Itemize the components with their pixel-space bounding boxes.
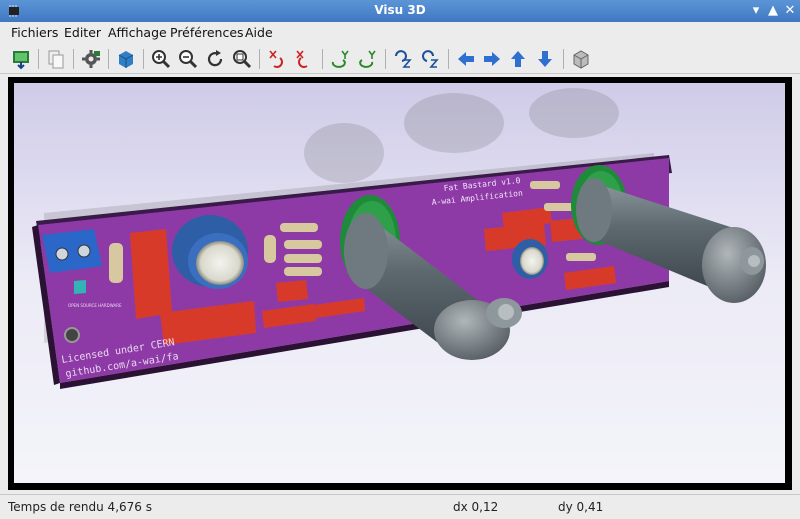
window-title: Visu 3D: [374, 3, 426, 17]
refresh-icon[interactable]: [204, 48, 226, 70]
arrow-down-icon[interactable]: [534, 48, 556, 70]
menu-aide[interactable]: Aide: [245, 25, 273, 40]
render-time: Temps de rendu 4,676 s: [8, 500, 152, 514]
minimize-icon[interactable]: ▾: [748, 3, 764, 19]
menu-affichage[interactable]: Affichage: [108, 25, 167, 40]
ortho-cube-icon[interactable]: [570, 48, 592, 70]
menu-editer[interactable]: Editer: [64, 25, 101, 40]
gear-icon[interactable]: [80, 48, 102, 70]
close-icon[interactable]: ✕: [782, 3, 798, 19]
svg-text:OPEN SOURCE HARDWARE: OPEN SOURCE HARDWARE: [68, 303, 122, 308]
menu-preferences[interactable]: Préférences: [170, 25, 244, 40]
export-image-icon[interactable]: [10, 48, 32, 70]
menu-fichiers[interactable]: Fichiers: [11, 25, 58, 40]
zoom-out-icon[interactable]: [177, 48, 199, 70]
arrow-up-icon[interactable]: [507, 48, 529, 70]
rotate-x-ccw-icon[interactable]: [293, 48, 315, 70]
zoom-in-icon[interactable]: [150, 48, 172, 70]
resistor-left: [109, 243, 123, 283]
dy-value: dy 0,41: [558, 500, 604, 514]
3d-box-icon[interactable]: [115, 48, 137, 70]
copy-icon[interactable]: [45, 48, 67, 70]
title-bar: Visu 3D ▾ ▲ ✕: [0, 0, 800, 22]
rotate-x-cw-icon[interactable]: [266, 48, 288, 70]
dx-value: dx 0,12: [453, 500, 499, 514]
capacitor-right: [512, 239, 548, 279]
rotate-y-cw-icon[interactable]: [329, 48, 351, 70]
mounting-hole: [64, 327, 80, 343]
status-bar: Temps de rendu 4,676 s dx 0,12 dy 0,41: [0, 494, 800, 519]
rotate-y-ccw-icon[interactable]: [356, 48, 378, 70]
menu-bar: Fichiers Editer Affichage Préférences Ai…: [0, 22, 800, 44]
terminal-block: [42, 229, 102, 273]
zoom-fit-icon[interactable]: [231, 48, 253, 70]
3d-scene[interactable]: OPEN SOURCE HARDWARE Fat Bastard v1.0 A-…: [14, 83, 785, 483]
rotate-z-cw-icon[interactable]: [392, 48, 414, 70]
arrow-right-icon[interactable]: [481, 48, 503, 70]
maximize-icon[interactable]: ▲: [765, 3, 781, 19]
arrow-left-icon[interactable]: [455, 48, 477, 70]
toolbar: [0, 44, 800, 74]
rotate-z-ccw-icon[interactable]: [419, 48, 441, 70]
